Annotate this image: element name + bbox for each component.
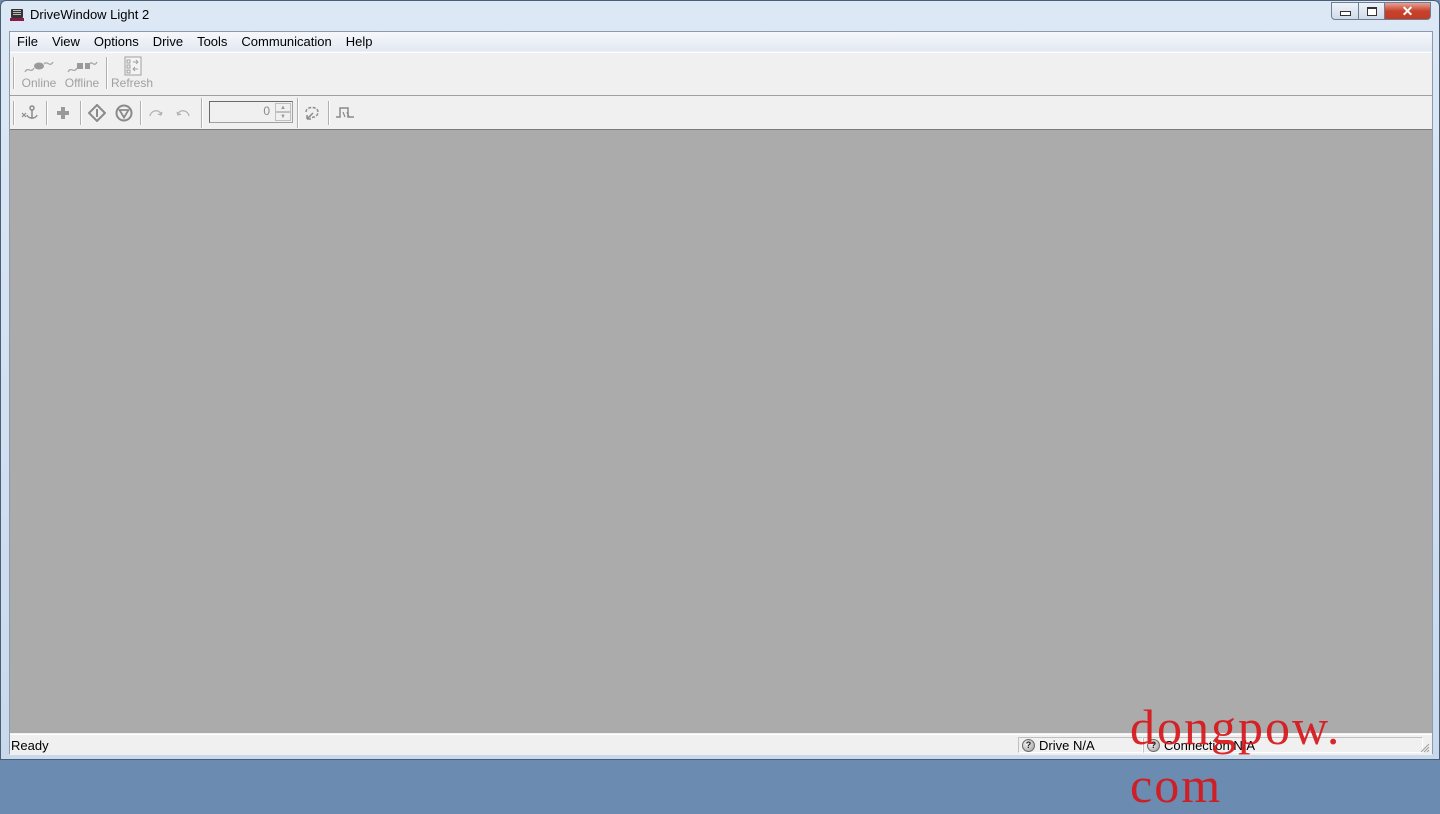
menu-view[interactable]: View	[45, 32, 87, 51]
app-window: DriveWindow Light 2 ✕ File View Options …	[0, 0, 1440, 760]
spin-value: 0	[263, 104, 270, 118]
stop-icon	[115, 104, 133, 122]
connection-status-text: Connection N/A	[1164, 737, 1256, 753]
toolbar-separator	[328, 101, 330, 125]
status-text: Ready	[11, 738, 49, 753]
drive-status-text: Drive N/A	[1039, 737, 1095, 753]
refresh-cycle-button[interactable]	[301, 103, 323, 123]
redo-button[interactable]	[145, 103, 167, 123]
spin-up-button[interactable]: ▲	[275, 103, 291, 112]
toolbar-separator	[140, 101, 142, 125]
add-button[interactable]	[52, 103, 74, 123]
stop-button[interactable]	[113, 103, 135, 123]
spin-down-button[interactable]: ▼	[275, 112, 291, 121]
undo-icon	[176, 110, 190, 117]
menu-bar: File View Options Drive Tools Communicat…	[10, 32, 1432, 51]
start-icon	[88, 104, 106, 122]
toolbar-separator	[297, 98, 299, 128]
online-label: Online	[21, 76, 57, 90]
toolbar-grip[interactable]	[13, 101, 15, 125]
toolbar-grip[interactable]	[13, 57, 15, 89]
offline-label: Offline	[64, 76, 100, 90]
menu-tools[interactable]: Tools	[190, 32, 234, 51]
unknown-status-icon: ?	[1147, 738, 1160, 752]
menu-help[interactable]: Help	[339, 32, 380, 51]
toolbar-separator	[46, 101, 48, 125]
menu-communication[interactable]: Communication	[234, 32, 338, 51]
window-title: DriveWindow Light 2	[30, 7, 150, 22]
close-button[interactable]: ✕	[1385, 2, 1431, 20]
refresh-label: Refresh	[110, 76, 154, 90]
status-bar: Ready ? Drive N/A ? Connection N/A	[10, 734, 1432, 755]
anchor-icon	[21, 105, 38, 119]
drive-toolbar: 0 ▲ ▼	[10, 96, 1432, 130]
mdi-workspace[interactable]	[10, 130, 1432, 733]
toolbar-separator	[201, 98, 203, 128]
refresh-button[interactable]: Refresh	[110, 56, 154, 92]
online-button[interactable]: Online	[19, 56, 59, 92]
menu-file[interactable]: File	[10, 32, 45, 51]
drive-status-pane: ? Drive N/A	[1018, 737, 1143, 753]
undo-button[interactable]	[172, 103, 194, 123]
title-bar[interactable]: DriveWindow Light 2 ✕	[1, 1, 1439, 29]
main-toolbar: Online Offline Refresh	[10, 52, 1432, 96]
value-spinbox[interactable]: 0 ▲ ▼	[209, 101, 293, 123]
refresh-list-icon	[124, 56, 142, 76]
maximize-button[interactable]	[1359, 2, 1385, 20]
anchor-button[interactable]	[19, 103, 41, 123]
toolbar-separator	[80, 101, 82, 125]
offline-button[interactable]: Offline	[62, 56, 102, 92]
plus-icon	[57, 107, 69, 119]
online-plug-icon	[24, 61, 54, 73]
offline-plug-icon	[67, 61, 98, 73]
toolbar-separator	[106, 57, 108, 89]
menu-options[interactable]: Options	[87, 32, 146, 51]
minimize-icon	[1339, 11, 1351, 16]
drivewindow-app-icon	[10, 9, 24, 21]
redo-icon	[149, 110, 163, 117]
step-signal-button[interactable]	[334, 103, 356, 123]
refresh-cycle-icon	[305, 106, 319, 120]
connection-status-pane: ? Connection N/A	[1143, 737, 1423, 753]
unknown-status-icon: ?	[1022, 738, 1035, 752]
minimize-button[interactable]	[1331, 2, 1359, 20]
resize-grip-icon[interactable]	[1418, 741, 1430, 753]
menu-drive[interactable]: Drive	[146, 32, 190, 51]
step-signal-icon	[336, 107, 354, 118]
start-button[interactable]	[86, 103, 108, 123]
close-icon: ✕	[1401, 2, 1414, 19]
client-area: File View Options Drive Tools Communicat…	[9, 31, 1433, 755]
maximize-icon	[1366, 6, 1377, 16]
